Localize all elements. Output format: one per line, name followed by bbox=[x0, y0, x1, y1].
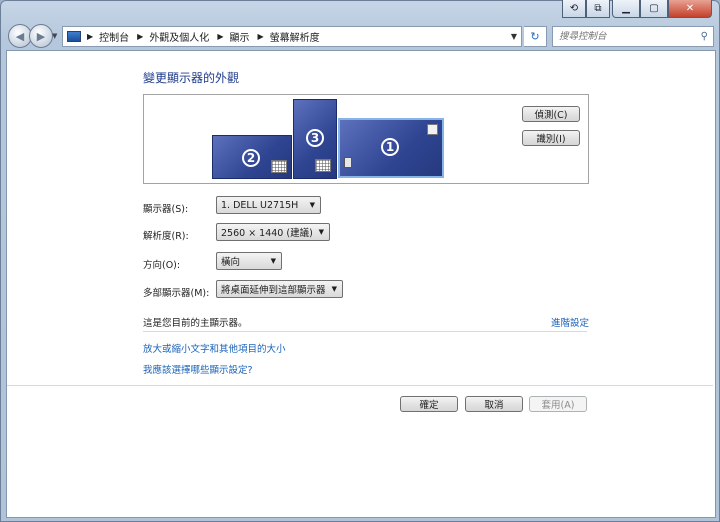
advanced-settings-link[interactable]: 進階設定 bbox=[551, 315, 589, 329]
resolution-select-value: 2560 × 1440 (建議) bbox=[221, 228, 313, 239]
forward-arrow-icon: ▶ bbox=[36, 29, 46, 43]
multi-display-select[interactable]: 將桌面延伸到這部顯示器 ▼ bbox=[216, 280, 343, 298]
monitor-1[interactable]: 1 bbox=[338, 118, 444, 178]
breadcrumb: ▶ 控制台 ▶ 外觀及個人化 ▶ 顯示 ▶ 螢幕解析度 bbox=[85, 29, 326, 44]
navigation-bar: ◀ ▶ ▼ ▶ 控制台 ▶ 外觀及個人化 ▶ 顯示 ▶ 螢幕解析度 ▼ ↻ ⚲ bbox=[6, 24, 714, 48]
chevron-right-icon[interactable]: ▶ bbox=[137, 32, 143, 41]
main-content: 變更顯示器的外觀 2 3 1 偵測(C) 識別(I) 顯示器(S): 1. DE… bbox=[6, 50, 716, 518]
which-settings-link[interactable]: 我應該選擇哪些顯示設定? bbox=[143, 362, 253, 376]
monitor-preview: 2 3 1 偵測(C) 識別(I) bbox=[143, 94, 589, 184]
text-size-link[interactable]: 放大或縮小文字和其他項目的大小 bbox=[143, 341, 286, 355]
page-title: 變更顯示器的外觀 bbox=[143, 71, 240, 85]
display-grid-icon bbox=[271, 160, 287, 173]
divider bbox=[7, 385, 713, 386]
close-icon: ✕ bbox=[685, 3, 695, 14]
chevron-right-icon[interactable]: ▶ bbox=[217, 32, 223, 41]
restore-icon[interactable]: ⟲ bbox=[562, 0, 586, 18]
display-select[interactable]: 1. DELL U2715H ▼ bbox=[216, 196, 321, 214]
monitor-number-badge: 3 bbox=[306, 129, 324, 147]
chevron-right-icon: ▶ bbox=[87, 32, 94, 41]
chevron-down-icon: ▼ bbox=[318, 228, 324, 236]
minimize-button[interactable]: ▁ bbox=[612, 0, 640, 18]
history-dropdown-icon[interactable]: ▼ bbox=[52, 32, 57, 40]
forward-button[interactable]: ▶ bbox=[29, 24, 53, 48]
orientation-select[interactable]: 橫向 ▼ bbox=[216, 252, 282, 270]
ok-button[interactable]: 確定 bbox=[400, 396, 458, 412]
monitor-3[interactable]: 3 bbox=[293, 99, 337, 179]
chevron-down-icon: ▼ bbox=[270, 257, 276, 265]
resolution-label: 解析度(R): bbox=[143, 231, 189, 242]
maximize-icon: ▢ bbox=[649, 3, 659, 14]
display-label: 顯示器(S): bbox=[143, 204, 189, 215]
cancel-button[interactable]: 取消 bbox=[465, 396, 523, 412]
monitor-2[interactable]: 2 bbox=[212, 135, 292, 179]
close-button[interactable]: ✕ bbox=[668, 0, 712, 18]
breadcrumb-item-control-panel[interactable]: 控制台 bbox=[99, 29, 129, 44]
device-icon bbox=[344, 157, 352, 168]
monitor-number-badge: 2 bbox=[242, 149, 260, 167]
resolution-select[interactable]: 2560 × 1440 (建議) ▼ bbox=[216, 223, 330, 241]
refresh-button[interactable]: ↻ bbox=[524, 26, 547, 47]
primary-display-info: 這是您目前的主顯示器。 bbox=[143, 318, 248, 329]
search-box: ⚲ bbox=[552, 26, 714, 47]
orientation-label: 方向(O): bbox=[143, 260, 181, 271]
address-bar[interactable]: ▶ 控制台 ▶ 外觀及個人化 ▶ 顯示 ▶ 螢幕解析度 ▼ bbox=[62, 26, 522, 47]
monitor-number-badge: 1 bbox=[381, 138, 399, 156]
identify-button[interactable]: 識別(I) bbox=[522, 130, 580, 146]
apply-button[interactable]: 套用(A) bbox=[529, 396, 587, 412]
multi-display-label: 多部顯示器(M): bbox=[143, 288, 210, 299]
chevron-right-icon[interactable]: ▶ bbox=[257, 32, 263, 41]
minimize-icon: ▁ bbox=[622, 3, 630, 14]
extra-caption-buttons: ⟲ ⧉ bbox=[562, 0, 610, 18]
display-select-value: 1. DELL U2715H bbox=[221, 199, 299, 211]
orientation-select-value: 橫向 bbox=[221, 257, 241, 268]
caption-buttons: ▁ ▢ ✕ bbox=[612, 0, 712, 18]
divider bbox=[143, 331, 587, 332]
multi-display-select-value: 將桌面延伸到這部顯示器 bbox=[221, 285, 326, 296]
chevron-down-icon: ▼ bbox=[309, 201, 315, 209]
chevron-down-icon: ▼ bbox=[331, 285, 337, 293]
control-panel-icon bbox=[67, 31, 81, 42]
breadcrumb-item-display[interactable]: 顯示 bbox=[229, 29, 249, 44]
detect-button[interactable]: 偵測(C) bbox=[522, 106, 580, 122]
address-dropdown-icon[interactable]: ▼ bbox=[507, 32, 521, 41]
back-arrow-icon: ◀ bbox=[15, 29, 25, 43]
control-panel-window: ⟲ ⧉ ▁ ▢ ✕ ◀ ▶ ▼ ▶ 控制台 ▶ 外觀及個人化 ▶ 顯示 ▶ 螢幕… bbox=[0, 0, 720, 522]
breadcrumb-item-resolution[interactable]: 螢幕解析度 bbox=[270, 29, 320, 44]
breadcrumb-item-appearance[interactable]: 外觀及個人化 bbox=[149, 29, 209, 44]
maximize-button[interactable]: ▢ bbox=[640, 0, 668, 18]
refresh-icon: ↻ bbox=[530, 30, 540, 43]
search-input[interactable] bbox=[553, 30, 689, 43]
primary-display-icon bbox=[427, 124, 438, 135]
search-icon[interactable]: ⚲ bbox=[701, 31, 708, 42]
snap-icon[interactable]: ⧉ bbox=[586, 0, 610, 18]
display-grid-icon bbox=[315, 159, 331, 172]
